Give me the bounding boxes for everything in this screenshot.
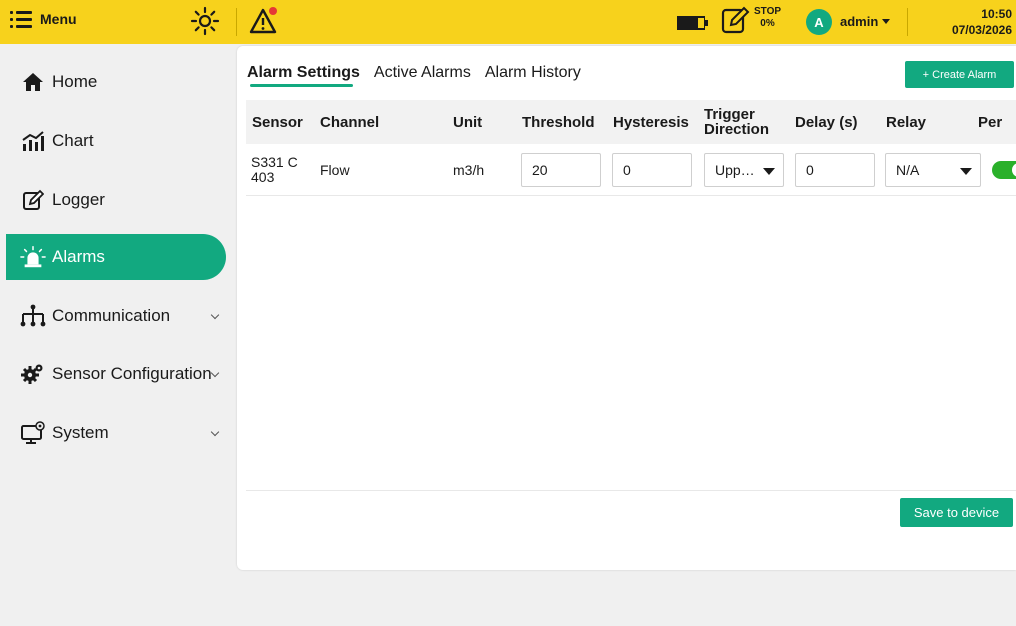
- home-icon: [20, 69, 46, 95]
- relay-value: N/A: [896, 162, 920, 178]
- recording-percent: 0%: [760, 18, 775, 29]
- menu-button[interactable]: Menu: [10, 9, 77, 29]
- table-row: S331 C 403 Flow m3/h 20 0 Upp… 0 N/A: [246, 144, 1016, 196]
- column-header: Per: [978, 113, 1003, 131]
- avatar[interactable]: A: [806, 9, 832, 35]
- relay-select[interactable]: N/A: [885, 153, 981, 187]
- chevron-down-icon: [210, 427, 220, 437]
- clock-date: 07/03/2026: [951, 23, 1012, 37]
- enable-toggle[interactable]: [992, 161, 1016, 179]
- trigger-direction-select[interactable]: Upp…: [704, 153, 784, 187]
- unit-cell: m3/h: [453, 162, 485, 178]
- sidebar-item-alarms[interactable]: Alarms: [6, 234, 226, 280]
- create-alarm-button[interactable]: + Create Alarm: [905, 61, 1014, 88]
- network-icon: [20, 303, 46, 329]
- alarm-icon: [20, 244, 46, 270]
- sidebar-item-communication[interactable]: Communication: [6, 293, 226, 339]
- recording-state: STOP: [754, 6, 782, 17]
- hysteresis-input[interactable]: 0: [612, 153, 692, 187]
- column-header: Channel: [320, 113, 380, 131]
- threshold-input[interactable]: 20: [521, 153, 601, 187]
- sidebar-item-system[interactable]: System: [6, 410, 226, 456]
- caret-down-icon: [960, 168, 972, 175]
- chevron-down-icon: [210, 310, 220, 320]
- logger-status-icon[interactable]: [720, 5, 750, 35]
- chart-icon: [20, 128, 46, 154]
- active-tab-indicator: [250, 84, 353, 87]
- logger-icon: [20, 187, 46, 213]
- sidebar-item-home[interactable]: Home: [6, 59, 226, 105]
- divider: [907, 8, 908, 36]
- sidebar-item-label: Alarms: [52, 247, 105, 266]
- brightness-icon[interactable]: [190, 6, 220, 36]
- username: admin: [840, 14, 879, 29]
- chevron-down-icon: [882, 19, 891, 24]
- divider: [236, 8, 237, 36]
- column-header: Delay (s): [795, 113, 858, 131]
- toggle-knob: [1012, 163, 1016, 177]
- tab-alarm-history[interactable]: Alarm History: [485, 64, 581, 82]
- save-to-device-button[interactable]: Save to device: [900, 498, 1013, 527]
- column-header: Threshold: [522, 113, 595, 131]
- delay-input[interactable]: 0: [795, 153, 875, 187]
- recording-status: STOP 0%: [754, 6, 781, 30]
- trigger-direction-value: Upp…: [715, 162, 755, 178]
- warning-icon[interactable]: [249, 6, 281, 36]
- column-header: Sensor: [252, 113, 303, 131]
- tab-alarm-settings[interactable]: Alarm Settings: [247, 64, 360, 82]
- sidebar-item-label: Chart: [52, 131, 94, 150]
- sidebar-item-logger[interactable]: Logger: [6, 177, 226, 223]
- sensor-cell: S331 C 403: [251, 154, 298, 185]
- sidebar-item-label: Sensor Configuration: [52, 364, 212, 383]
- tab-bar: Alarm Settings Active Alarms Alarm Histo…: [247, 64, 581, 82]
- sidebar: Home Chart Logger Alarms Communication S…: [0, 44, 232, 626]
- column-header: Relay: [886, 113, 927, 131]
- caret-down-icon: [763, 168, 775, 175]
- table-header: Sensor Channel Unit Threshold Hysteresis…: [246, 100, 1016, 144]
- tab-active-alarms[interactable]: Active Alarms: [374, 64, 471, 82]
- alarm-settings-panel: Alarm Settings Active Alarms Alarm Histo…: [237, 46, 1016, 570]
- sidebar-item-label: Logger: [52, 190, 105, 209]
- sidebar-item-label: Communication: [52, 306, 171, 325]
- menu-label: Menu: [40, 11, 77, 27]
- clock: 10:50 07/03/2026: [952, 6, 1012, 38]
- gear-icon: [20, 361, 46, 387]
- column-header: Unit: [453, 113, 483, 131]
- battery-icon: [677, 16, 708, 30]
- column-header: Trigger Direction: [704, 106, 770, 138]
- sidebar-item-label: System: [52, 423, 109, 442]
- sidebar-item-sensor-configuration[interactable]: Sensor Configuration: [6, 351, 226, 397]
- chevron-down-icon: [210, 368, 220, 378]
- sidebar-item-chart[interactable]: Chart: [6, 118, 226, 164]
- system-icon: [20, 420, 46, 446]
- channel-cell: Flow: [320, 162, 350, 178]
- user-menu[interactable]: admin: [840, 14, 891, 29]
- divider: [246, 490, 1016, 491]
- clock-time: 10:50: [981, 7, 1012, 21]
- menu-icon: [10, 9, 34, 29]
- column-header: Hysteresis: [613, 113, 689, 131]
- sidebar-item-label: Home: [52, 72, 98, 91]
- top-bar: Menu STOP 0% A admin 10:50 07/03/2026: [0, 0, 1016, 44]
